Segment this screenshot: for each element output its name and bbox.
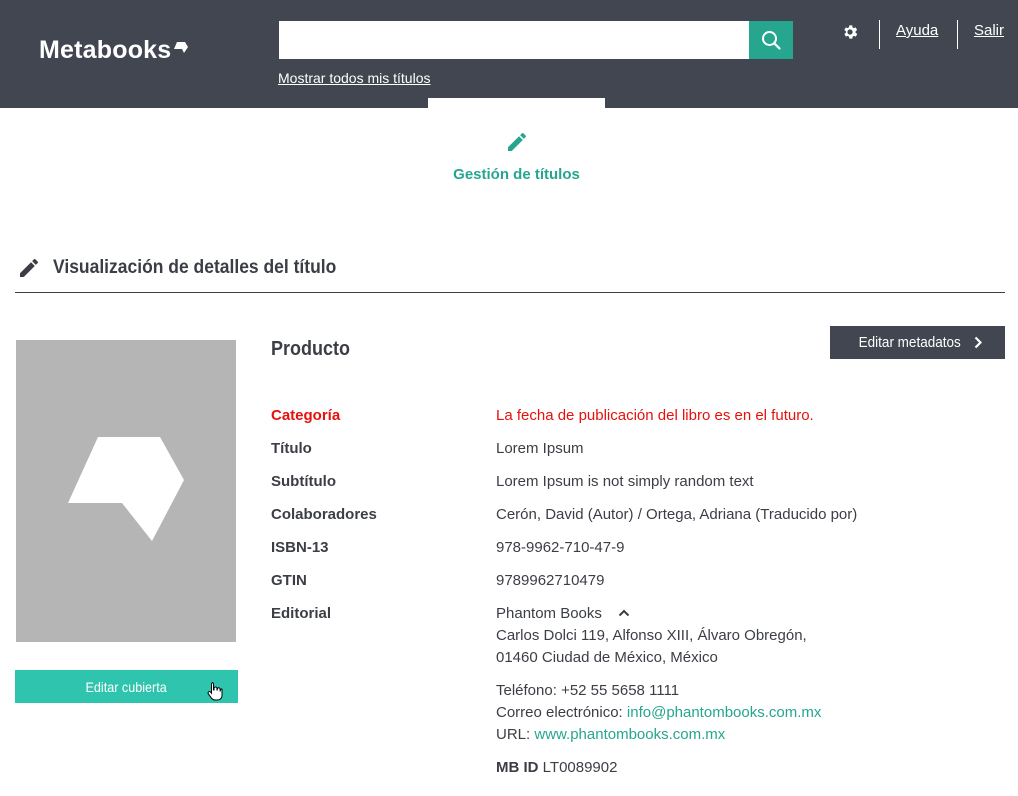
mbid-value: LT0089902 <box>542 759 618 776</box>
label-isbn: ISBN-13 <box>271 539 329 556</box>
value-gtin: 9789962710479 <box>496 572 605 589</box>
cover-placeholder <box>16 340 236 642</box>
help-link[interactable]: Ayuda <box>896 22 938 39</box>
edit-cover-button[interactable]: Editar cubierta <box>15 670 238 703</box>
email-label: Correo electrónico: <box>496 704 623 721</box>
settings-button[interactable] <box>840 22 860 42</box>
url-label: URL: <box>496 726 531 743</box>
value-isbn: 978-9962-710-47-9 <box>496 539 625 556</box>
label-title: Título <box>271 440 312 457</box>
label-subtitle: Subtítulo <box>271 473 336 490</box>
label-gtin: GTIN <box>271 572 307 589</box>
edit-cover-label: Editar cubierta <box>85 678 168 695</box>
email-link[interactable]: info@phantombooks.com.mx <box>627 704 821 721</box>
label-category: Categoría <box>271 407 341 424</box>
chevron-up-icon[interactable] <box>618 609 630 617</box>
active-tab-indicator <box>428 98 605 108</box>
header-divider <box>957 20 958 49</box>
pencil-icon <box>507 132 526 151</box>
placeholder-book-icon <box>68 437 184 541</box>
publisher-mbid: MB ID LT0089902 <box>496 759 617 776</box>
module-label: Gestión de títulos <box>453 166 580 183</box>
mbid-label: MB ID <box>496 759 539 776</box>
publisher-toggle[interactable]: Phantom Books <box>496 605 630 622</box>
product-heading: Producto <box>271 338 351 360</box>
label-contributors: Colaboradores <box>271 506 377 523</box>
website-link[interactable]: www.phantombooks.com.mx <box>534 726 725 743</box>
search-input[interactable] <box>279 21 749 59</box>
publisher-email: Correo electrónico: info@phantombooks.co… <box>496 704 821 721</box>
publisher-address-line1: Carlos Dolci 119, Alfonso XIII, Álvaro O… <box>496 627 807 644</box>
value-publisher: Phantom Books <box>496 605 602 622</box>
edit-metadata-button[interactable]: Editar metadatos <box>830 326 1005 359</box>
show-all-titles-link[interactable]: Mostrar todos mis títulos <box>278 70 431 86</box>
publisher-address-line2: 01460 Ciudad de México, México <box>496 649 718 666</box>
chevron-right-icon <box>974 336 983 349</box>
top-header: Metabooks Mostrar todos mis títulos Ayud… <box>0 0 1018 108</box>
page-title: Visualización de detalles del título <box>53 257 337 278</box>
logout-link[interactable]: Salir <box>974 22 1004 39</box>
gear-icon <box>844 25 858 39</box>
header-divider <box>879 20 880 49</box>
value-title: Lorem Ipsum <box>496 440 584 457</box>
phone-value: +52 55 5658 1111 <box>561 682 680 699</box>
value-subtitle: Lorem Ipsum is not simply random text <box>496 473 754 490</box>
logo-mark-icon <box>174 41 189 53</box>
value-category: La fecha de publicación del libro es en … <box>496 407 814 424</box>
hand-cursor-icon <box>207 682 223 701</box>
search-icon <box>762 31 781 50</box>
divider <box>15 292 1005 293</box>
section-title: Visualización de detalles del título <box>17 256 361 280</box>
module-tab-title-management[interactable]: Gestión de títulos <box>428 130 605 183</box>
value-contributors: Cerón, David (Autor) / Ortega, Adriana (… <box>496 506 858 523</box>
publisher-url: URL: www.phantombooks.com.mx <box>496 726 725 743</box>
label-publisher: Editorial <box>271 605 332 622</box>
logo[interactable]: Metabooks <box>39 36 189 65</box>
search-button[interactable] <box>749 21 793 59</box>
publisher-phone: Teléfono: +52 55 5658 1111 <box>496 682 679 699</box>
edit-metadata-label: Editar metadatos <box>858 334 961 351</box>
logo-text: Metabooks <box>39 36 172 64</box>
pencil-icon <box>20 258 38 277</box>
phone-label: Teléfono: <box>496 682 557 699</box>
